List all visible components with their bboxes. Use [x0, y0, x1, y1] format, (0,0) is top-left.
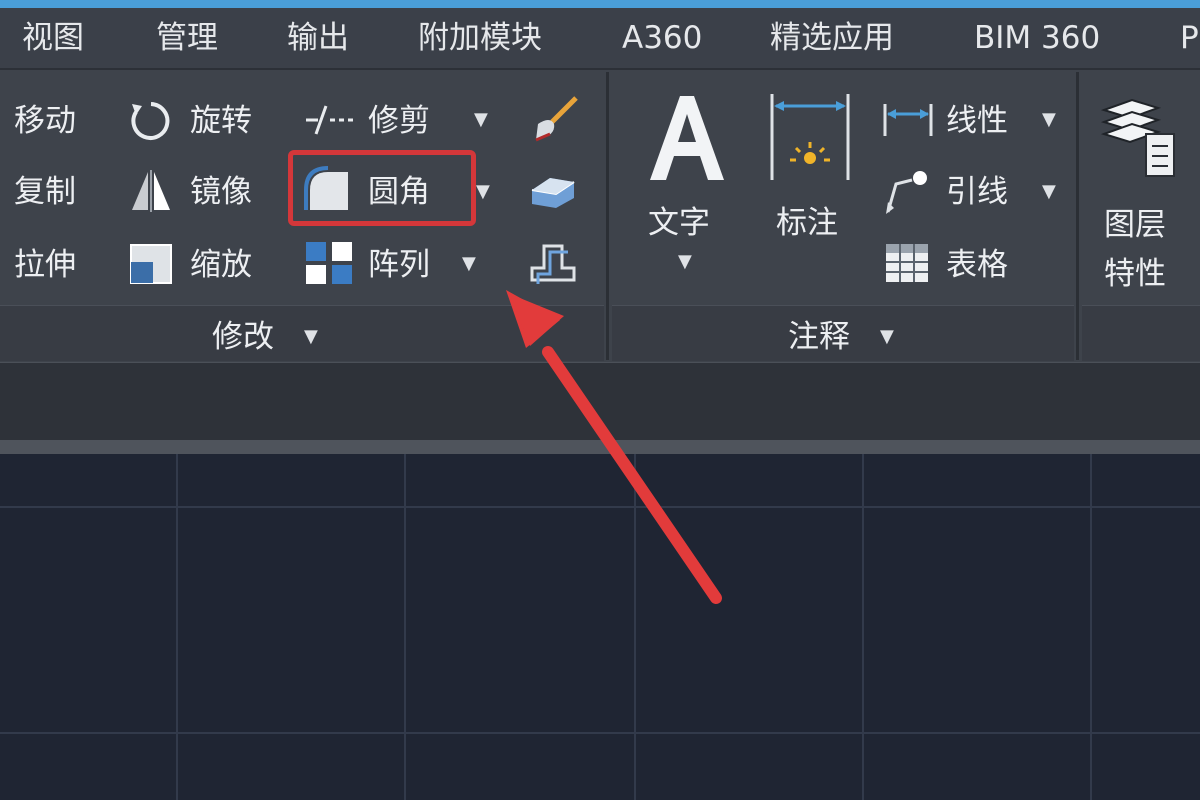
tab-performance[interactable]: P	[1180, 8, 1199, 68]
copy-button[interactable]: 复制	[14, 172, 76, 212]
rotate-icon	[131, 102, 170, 140]
dimension-button[interactable]: 标注	[776, 203, 838, 243]
modify-panel-title: 修改	[212, 319, 274, 355]
mirror-icon	[132, 170, 170, 212]
layers-icon	[1100, 98, 1175, 177]
rotate-button[interactable]: 旋转	[190, 101, 252, 141]
eraser-icon[interactable]	[528, 168, 580, 212]
scale-icon	[130, 244, 172, 284]
text-button[interactable]: 文字	[648, 203, 710, 243]
layer-properties-button-line2[interactable]: 特性	[1104, 254, 1166, 294]
layer-properties-button[interactable]: 图层	[1104, 205, 1166, 245]
linear-dimension-icon	[883, 104, 933, 136]
tab-bim360[interactable]: BIM 360	[974, 8, 1100, 68]
brush-icon[interactable]	[530, 94, 580, 144]
trim-dropdown-arrow[interactable]: ▼	[474, 110, 488, 130]
ribbon-tab-bar: 视图 管理 输出 附加模块 A360 精选应用 BIM 360 P	[0, 8, 1200, 70]
tab-a360[interactable]: A360	[622, 8, 702, 68]
leader-dropdown-arrow[interactable]: ▼	[1042, 182, 1056, 202]
array-button[interactable]: 阵列	[368, 245, 430, 285]
array-icon	[306, 242, 352, 284]
layers-panel-footer	[1082, 305, 1200, 361]
linear-dropdown-arrow[interactable]: ▼	[1042, 110, 1056, 130]
modify-panel-expand-arrow[interactable]: ▼	[304, 327, 318, 347]
trim-button[interactable]: 修剪	[368, 101, 430, 141]
mirror-button[interactable]: 镜像	[190, 172, 252, 212]
fillet-dropdown-arrow[interactable]: ▼	[476, 182, 490, 202]
dimension-icon	[770, 94, 850, 180]
linear-dimension-button[interactable]: 线性	[946, 101, 1008, 141]
title-bar-strip	[0, 0, 1200, 8]
array-dropdown-arrow[interactable]: ▼	[462, 254, 476, 274]
tab-manage[interactable]: 管理	[156, 8, 218, 68]
leader-button[interactable]: 引线	[946, 172, 1008, 212]
fillet-highlight-box	[288, 150, 476, 226]
table-button[interactable]: 表格	[946, 245, 1008, 285]
annotation-arrow-icon	[506, 290, 722, 604]
leader-icon	[886, 171, 927, 214]
trim-icon	[306, 105, 354, 135]
annotation-panel-title: 注释	[788, 319, 850, 355]
stretch-button[interactable]: 拉伸	[14, 245, 76, 285]
annotation-panel-expand-arrow[interactable]: ▼	[880, 327, 894, 347]
grid-line	[0, 732, 1200, 734]
tab-addins[interactable]: 附加模块	[418, 8, 542, 68]
tab-featured-apps[interactable]: 精选应用	[770, 8, 894, 68]
text-icon	[650, 96, 724, 180]
tab-view[interactable]: 视图	[22, 8, 84, 68]
scale-button[interactable]: 缩放	[190, 245, 252, 285]
text-dropdown-arrow[interactable]: ▼	[678, 252, 692, 272]
tab-output[interactable]: 输出	[287, 8, 349, 68]
table-icon	[886, 244, 928, 282]
move-button[interactable]: 移动	[14, 101, 76, 141]
panel-divider	[1076, 72, 1079, 360]
